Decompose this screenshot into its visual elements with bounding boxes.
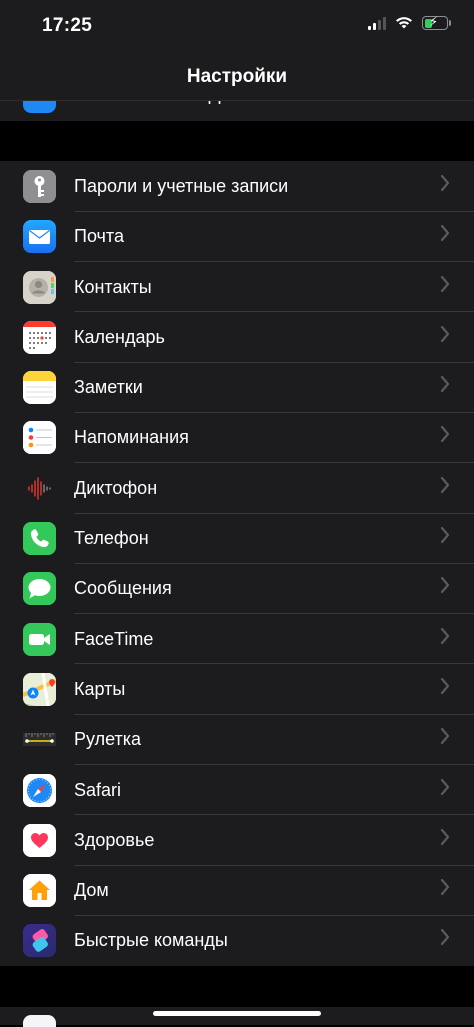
chevron-right-icon [440,929,450,946]
settings-row-label: Диктофон [74,477,158,498]
settings-row-label: Заметки [74,377,143,398]
chevron-right-icon [440,728,450,745]
key-icon [23,170,56,203]
settings-row-shortcuts[interactable]: Быстрые команды [0,915,474,965]
settings-row-calendar[interactable]: Календарь [0,312,474,363]
settings-row-label: Карты [74,678,126,699]
settings-row-facetime[interactable]: FaceTime [0,614,474,664]
cellular-signal-icon [368,16,386,30]
settings-row-label: Дом [74,880,109,901]
settings-row-label: Пароли и учетные записи [74,176,289,196]
settings-row-key[interactable]: Пароли и учетные записи [0,161,474,212]
page-title: Настройки [186,66,288,87]
wifi-icon [396,17,412,29]
calendar-icon [23,320,56,354]
battery-charging-icon: ⚡ [422,14,451,30]
navigation-header: Настройки [0,54,474,101]
settings-row-voice-memos[interactable]: Диктофон [0,463,474,514]
chevron-right-icon [440,325,450,342]
settings-row-contacts[interactable]: Контакты [0,262,474,312]
status-indicators: ⚡ [368,14,451,30]
phone-icon [23,522,56,556]
chevron-right-icon [440,828,450,845]
home-indicator[interactable] [153,1011,321,1016]
settings-row-home[interactable]: Дом [0,865,474,916]
safari-icon [23,773,56,807]
settings-row-label: Календарь [74,326,165,347]
settings-row-label: Сообщения [74,578,172,599]
chevron-right-icon [440,778,450,795]
music-icon [23,1015,56,1027]
mail-icon [23,220,56,254]
home-icon [23,874,56,908]
facetime-icon [23,622,56,656]
chevron-right-icon [440,426,450,443]
chevron-right-icon [440,627,450,644]
reminders-icon [23,421,56,455]
settings-row-label: Напоминания [74,427,189,448]
settings-row-safari[interactable]: Safari [0,765,474,815]
settings-row-maps[interactable]: Карты [0,664,474,715]
settings-row-health[interactable]: Здоровье [0,815,474,866]
settings-row-label: Почта [74,226,124,247]
settings-row-mail[interactable]: Почта [0,211,474,262]
voice-memos-icon [23,471,56,505]
settings-row-messages[interactable]: Сообщения [0,563,474,614]
chevron-right-icon [440,677,450,695]
settings-row-label: Safari [74,779,122,800]
measure-icon [23,723,56,757]
settings-row-phone[interactable]: Телефон [0,513,474,564]
settings-row-label: FaceTime [74,628,154,649]
chevron-right-icon [440,879,450,896]
settings-row-label: Здоровье [74,829,155,850]
messages-icon [23,572,56,606]
chevron-right-icon [440,476,450,493]
chevron-right-icon [440,275,450,292]
settings-list: Пароли и учетные записи Почта Контакты Кале… [0,161,474,966]
settings-row-label: Телефон [74,528,149,549]
maps-icon [23,672,56,706]
status-bar: 17:25 ⚡ [0,0,474,54]
chevron-right-icon [440,577,450,594]
shortcuts-icon [23,924,56,958]
settings-row-label: Контакты [74,276,152,297]
settings-row-label: Рулетка [74,729,142,750]
chevron-right-icon [440,225,450,242]
settings-row-reminders[interactable]: Напоминания [0,412,474,463]
chevron-right-icon [440,174,450,192]
settings-row-notes[interactable]: Заметки [0,362,474,413]
chevron-right-icon [440,376,450,393]
settings-row-music[interactable] [0,1007,474,1027]
notes-icon [23,371,56,405]
contacts-icon [23,270,56,304]
status-time: 17:25 [42,15,93,36]
chevron-right-icon [440,526,450,544]
settings-row-label: Быстрые команды [74,930,228,951]
settings-row-measure[interactable]: Рулетка [0,714,474,765]
health-icon [23,823,56,857]
